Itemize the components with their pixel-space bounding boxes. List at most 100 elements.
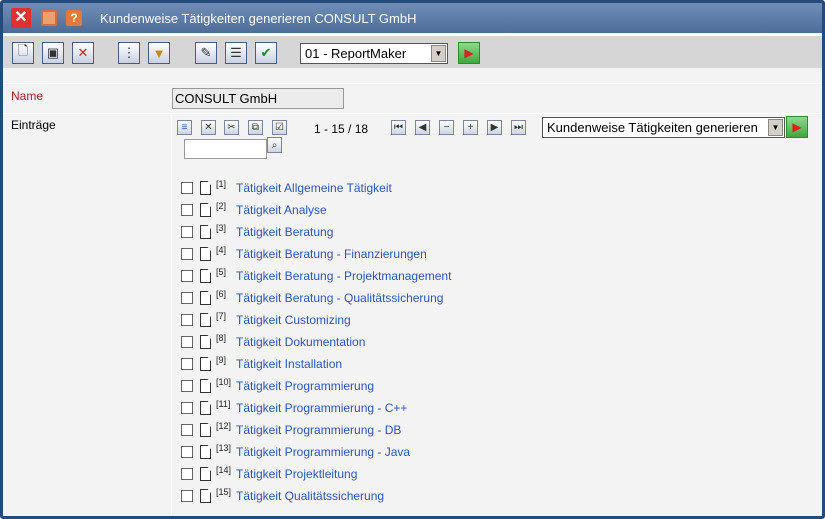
item-link[interactable]: Tätigkeit Beratung - Finanzierungen xyxy=(236,247,427,261)
remove-icon[interactable]: ✕ xyxy=(201,120,216,135)
minimize-icon[interactable] xyxy=(41,10,57,26)
item-number: [10] xyxy=(216,377,232,387)
item-number: [4] xyxy=(216,245,227,255)
divider xyxy=(3,83,822,84)
document-icon xyxy=(200,247,211,261)
item-link[interactable]: Tätigkeit Programmierung xyxy=(236,379,374,393)
document-icon xyxy=(200,357,211,371)
document-icon xyxy=(200,401,211,415)
item-number: [9] xyxy=(216,355,227,365)
expand-icon[interactable]: + xyxy=(463,120,478,135)
edit-icon[interactable]: ✎ xyxy=(195,42,217,64)
name-label: Name xyxy=(11,89,44,103)
item-link[interactable]: Tätigkeit Programmierung - C++ xyxy=(236,401,407,415)
document-icon xyxy=(200,269,211,283)
item-link[interactable]: Tätigkeit Allgemeine Tätigkeit xyxy=(236,181,392,195)
document-icon xyxy=(200,335,211,349)
item-checkbox[interactable] xyxy=(181,358,193,370)
item-link[interactable]: Tätigkeit Projektleitung xyxy=(236,467,357,481)
toolbar: 🗋 ▣ ✕ ⋮ ▼ ✎ ☰ ✔ 01 - ReportMaker ▼ ▶ xyxy=(3,34,822,68)
list-item: [2] Tätigkeit Analyse xyxy=(181,201,327,219)
action-select-value: Kundenweise Tätigkeiten generieren xyxy=(547,120,758,135)
chevron-down-icon: ▼ xyxy=(431,45,446,62)
run-action-button[interactable]: ▶ xyxy=(786,116,808,138)
divider xyxy=(3,113,822,114)
item-checkbox[interactable] xyxy=(181,182,193,194)
chevron-down-icon: ▼ xyxy=(768,119,783,136)
item-checkbox[interactable] xyxy=(181,490,193,502)
save-icon[interactable]: ▣ xyxy=(42,42,64,64)
list-item: [6] Tätigkeit Beratung - Qualitätssicheru… xyxy=(181,289,443,307)
item-checkbox[interactable] xyxy=(181,314,193,326)
list-item: [8] Tätigkeit Dokumentation xyxy=(181,333,365,351)
collapse-icon[interactable]: − xyxy=(439,120,454,135)
previous-page-icon[interactable]: ◀ xyxy=(415,120,430,135)
item-link[interactable]: Tätigkeit Dokumentation xyxy=(236,335,365,349)
last-page-icon[interactable]: ⏭ xyxy=(511,120,526,135)
column-divider xyxy=(171,114,172,514)
next-page-icon[interactable]: ▶ xyxy=(487,120,502,135)
item-checkbox[interactable] xyxy=(181,446,193,458)
list-item: [14] Tätigkeit Projektleitung xyxy=(181,465,357,483)
move-down-icon[interactable]: ≡ xyxy=(177,120,192,135)
search-icon[interactable]: ⌕ xyxy=(267,137,282,153)
report-select-value: 01 - ReportMaker xyxy=(305,46,407,61)
item-checkbox[interactable] xyxy=(181,226,193,238)
item-link[interactable]: Tätigkeit Beratung - Projektmanagement xyxy=(236,269,451,283)
item-link[interactable]: Tätigkeit Beratung - Qualitätssicherung xyxy=(236,291,443,305)
item-checkbox[interactable] xyxy=(181,380,193,392)
document-icon xyxy=(200,181,211,195)
search-input[interactable] xyxy=(184,139,267,159)
item-link[interactable]: Tätigkeit Installation xyxy=(236,357,342,371)
list-item: [11] Tätigkeit Programmierung - C++ xyxy=(181,399,407,417)
title-bar: ✕ ? Kundenweise Tätigkeiten generieren C… xyxy=(3,3,822,33)
item-checkbox[interactable] xyxy=(181,402,193,414)
document-icon xyxy=(200,203,211,217)
name-field[interactable]: CONSULT GmbH xyxy=(172,88,344,109)
item-number: [13] xyxy=(216,443,232,453)
report-icon[interactable]: ☰ xyxy=(225,42,247,64)
item-checkbox[interactable] xyxy=(181,270,193,282)
delete-icon[interactable]: ✕ xyxy=(72,42,94,64)
check-icon[interactable]: ✔ xyxy=(255,42,277,64)
document-icon xyxy=(200,489,211,503)
item-link[interactable]: Tätigkeit Beratung xyxy=(236,225,333,239)
item-number: [6] xyxy=(216,289,227,299)
copy-icon[interactable]: ⧉ xyxy=(248,120,263,135)
report-select[interactable]: 01 - ReportMaker ▼ xyxy=(300,43,448,64)
window: ✕ ? Kundenweise Tätigkeiten generieren C… xyxy=(0,0,825,519)
list-item: [10] Tätigkeit Programmierung xyxy=(181,377,374,395)
item-number: [1] xyxy=(216,179,227,189)
list-item: [3] Tätigkeit Beratung xyxy=(181,223,333,241)
item-number: [12] xyxy=(216,421,232,431)
item-number: [3] xyxy=(216,223,227,233)
item-number: [15] xyxy=(216,487,232,497)
close-icon[interactable]: ✕ xyxy=(11,8,31,28)
item-link[interactable]: Tätigkeit Programmierung - Java xyxy=(236,445,410,459)
cut-icon[interactable]: ✂ xyxy=(224,120,239,135)
item-link[interactable]: Tätigkeit Analyse xyxy=(236,203,327,217)
select-all-icon[interactable]: ☑ xyxy=(272,120,287,135)
item-checkbox[interactable] xyxy=(181,336,193,348)
item-checkbox[interactable] xyxy=(181,292,193,304)
first-page-icon[interactable]: ⏮ xyxy=(391,120,406,135)
item-checkbox[interactable] xyxy=(181,468,193,480)
item-number: [14] xyxy=(216,465,232,475)
list-item: [7] Tätigkeit Customizing xyxy=(181,311,351,329)
item-checkbox[interactable] xyxy=(181,424,193,436)
document-icon xyxy=(200,445,211,459)
item-number: [11] xyxy=(216,399,231,409)
item-link[interactable]: Tätigkeit Qualitätssicherung xyxy=(236,489,384,503)
document-icon xyxy=(200,313,211,327)
tree-icon[interactable]: ⋮ xyxy=(118,42,140,64)
item-link[interactable]: Tätigkeit Programmierung - DB xyxy=(236,423,401,437)
item-checkbox[interactable] xyxy=(181,204,193,216)
document-icon xyxy=(200,467,211,481)
help-icon[interactable]: ? xyxy=(66,10,82,26)
run-report-button[interactable]: ▶ xyxy=(458,42,480,64)
item-checkbox[interactable] xyxy=(181,248,193,260)
new-document-icon[interactable]: 🗋 xyxy=(12,42,34,64)
import-icon[interactable]: ▼ xyxy=(148,42,170,64)
action-select[interactable]: Kundenweise Tätigkeiten generieren ▼ xyxy=(542,117,785,138)
item-link[interactable]: Tätigkeit Customizing xyxy=(236,313,351,327)
